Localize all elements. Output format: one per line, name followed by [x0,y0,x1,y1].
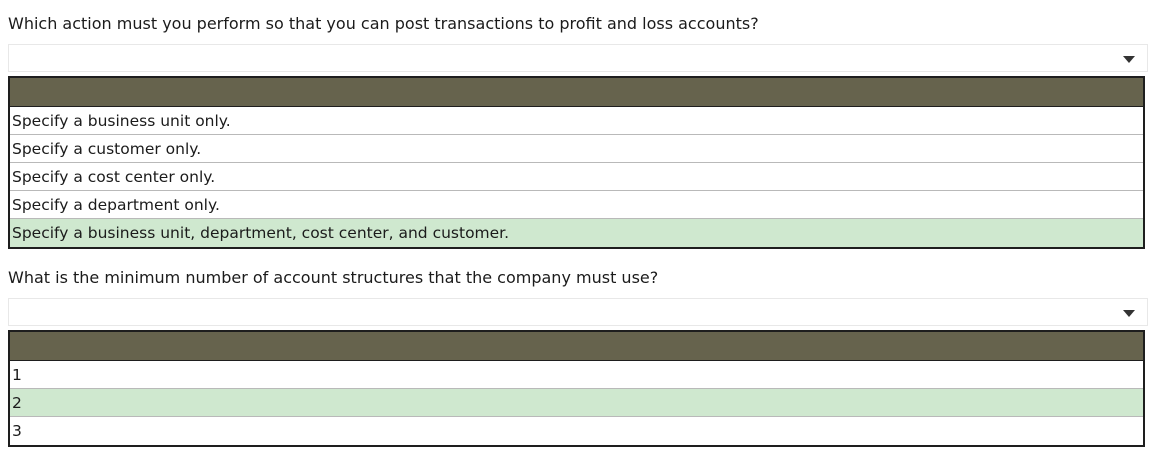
question-1-prompt: Which action must you perform so that yo… [8,14,759,33]
chevron-down-icon[interactable] [1123,310,1135,317]
question-1-option-1[interactable]: Specify a business unit only. [10,107,1143,135]
chevron-down-icon[interactable] [1123,56,1135,63]
options-list-header [10,332,1143,361]
question-2-options-list: 1 2 3 [8,330,1145,447]
options-list-header [10,78,1143,107]
question-1-dropdown[interactable] [8,44,1148,72]
question-2-option-1[interactable]: 1 [10,361,1143,389]
question-2-option-2[interactable]: 2 [10,389,1143,417]
question-1-option-5[interactable]: Specify a business unit, department, cos… [10,219,1143,247]
question-1-option-4[interactable]: Specify a department only. [10,191,1143,219]
question-2-option-3[interactable]: 3 [10,417,1143,445]
question-2-prompt: What is the minimum number of account st… [8,268,659,287]
question-1-options-list: Specify a business unit only. Specify a … [8,76,1145,249]
question-1-option-3[interactable]: Specify a cost center only. [10,163,1143,191]
question-1-option-2[interactable]: Specify a customer only. [10,135,1143,163]
question-2-dropdown[interactable] [8,298,1148,326]
